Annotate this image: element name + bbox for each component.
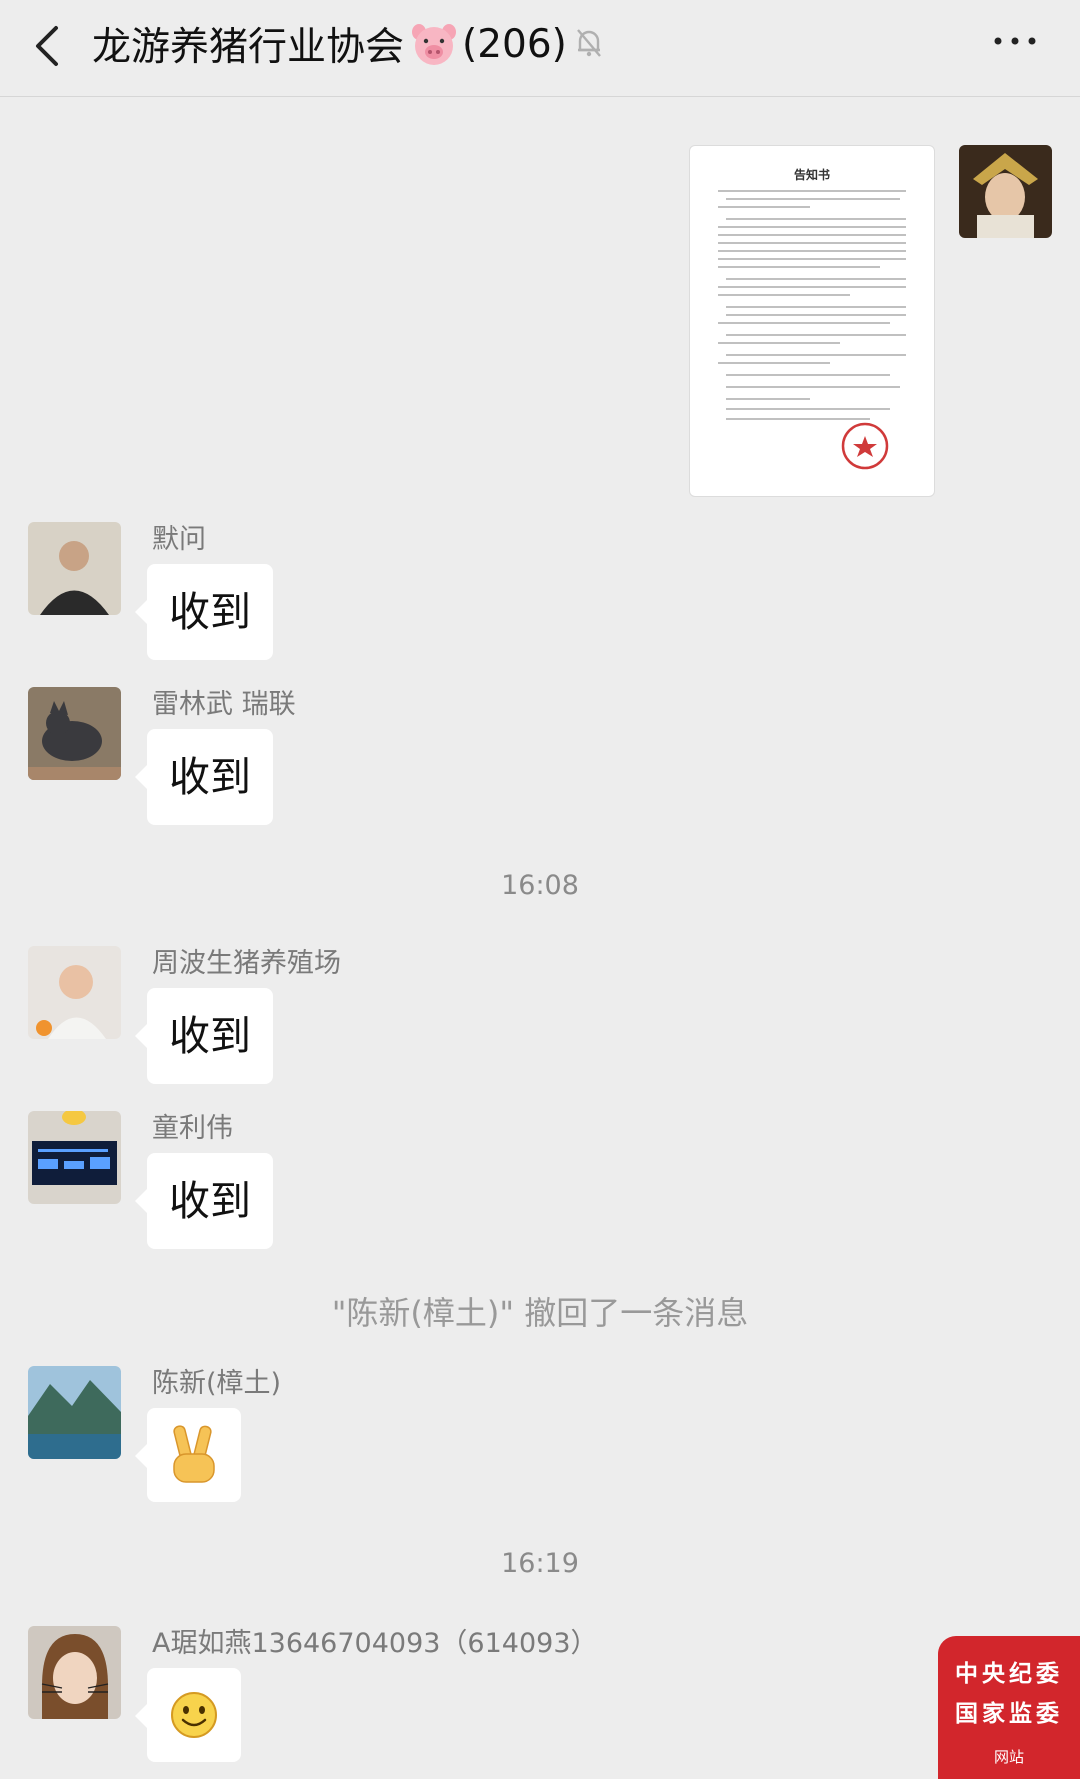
self-avatar[interactable]	[959, 145, 1052, 238]
chat-message: 陈新(樟土)	[28, 1366, 968, 1506]
timestamp: 16:08	[501, 870, 579, 901]
avatar[interactable]	[28, 1111, 121, 1204]
member-count: (206)	[462, 21, 567, 67]
message-text: 收到	[169, 753, 251, 801]
message-bubble[interactable]: 收到	[135, 564, 273, 660]
message-text: 收到	[169, 588, 251, 636]
more-dots-icon[interactable]	[990, 26, 1040, 56]
document-image-message[interactable]: 告知书	[689, 145, 935, 497]
chat-header: 龙游养猪行业协会 (206)	[0, 0, 1080, 97]
pig-face-icon	[412, 24, 457, 65]
message-text: 收到	[169, 1177, 251, 1225]
smiling-face-icon	[171, 1692, 217, 1738]
chat-message: A琚如燕13646704093（614093）	[28, 1626, 968, 1779]
victory-hand-icon	[173, 1425, 215, 1483]
watermark-line2: 国家监委	[955, 1700, 1063, 1727]
message-bubble[interactable]: 收到	[135, 988, 273, 1084]
timestamp: 16:19	[501, 1548, 579, 1579]
watermark-logo: 中央纪委 国家监委 网站	[938, 1636, 1080, 1779]
message-bubble[interactable]: 收到	[135, 729, 273, 825]
recall-notice: "陈新(樟土)" 撤回了一条消息	[331, 1294, 749, 1332]
message-bubble[interactable]: 收到	[135, 1153, 273, 1249]
avatar[interactable]	[28, 522, 121, 615]
avatar[interactable]	[28, 1366, 121, 1459]
watermark-line3: 网站	[993, 1748, 1024, 1766]
sender-name: 陈新(樟土)	[152, 1368, 282, 1399]
avatar[interactable]	[28, 1626, 121, 1719]
watermark-line1: 中央纪委	[955, 1660, 1063, 1687]
avatar[interactable]	[28, 946, 121, 1039]
message-bubble[interactable]	[135, 1408, 241, 1502]
message-text: 收到	[169, 1012, 251, 1060]
sender-name: 雷林武 瑞联	[152, 689, 296, 720]
chat-message: 雷林武 瑞联 收到	[28, 687, 968, 827]
chat-message: 默问 收到	[28, 522, 968, 662]
chat-title: 龙游养猪行业协会 (206)	[92, 16, 567, 72]
document-body-lines	[718, 190, 906, 470]
chat-message: 童利伟 收到	[28, 1111, 968, 1251]
avatar[interactable]	[28, 687, 121, 780]
sender-name: 童利伟	[152, 1113, 233, 1144]
message-bubble[interactable]	[135, 1668, 241, 1762]
sender-name: 周波生猪养殖场	[152, 948, 341, 979]
group-name: 龙游养猪行业协会	[92, 25, 405, 70]
sender-name: A琚如燕13646704093（614093）	[152, 1628, 598, 1659]
chat-message: 周波生猪养殖场 收到	[28, 946, 968, 1086]
bell-slash-icon	[577, 29, 601, 57]
back-arrow-icon[interactable]	[30, 22, 64, 70]
sender-name: 默问	[152, 524, 206, 555]
